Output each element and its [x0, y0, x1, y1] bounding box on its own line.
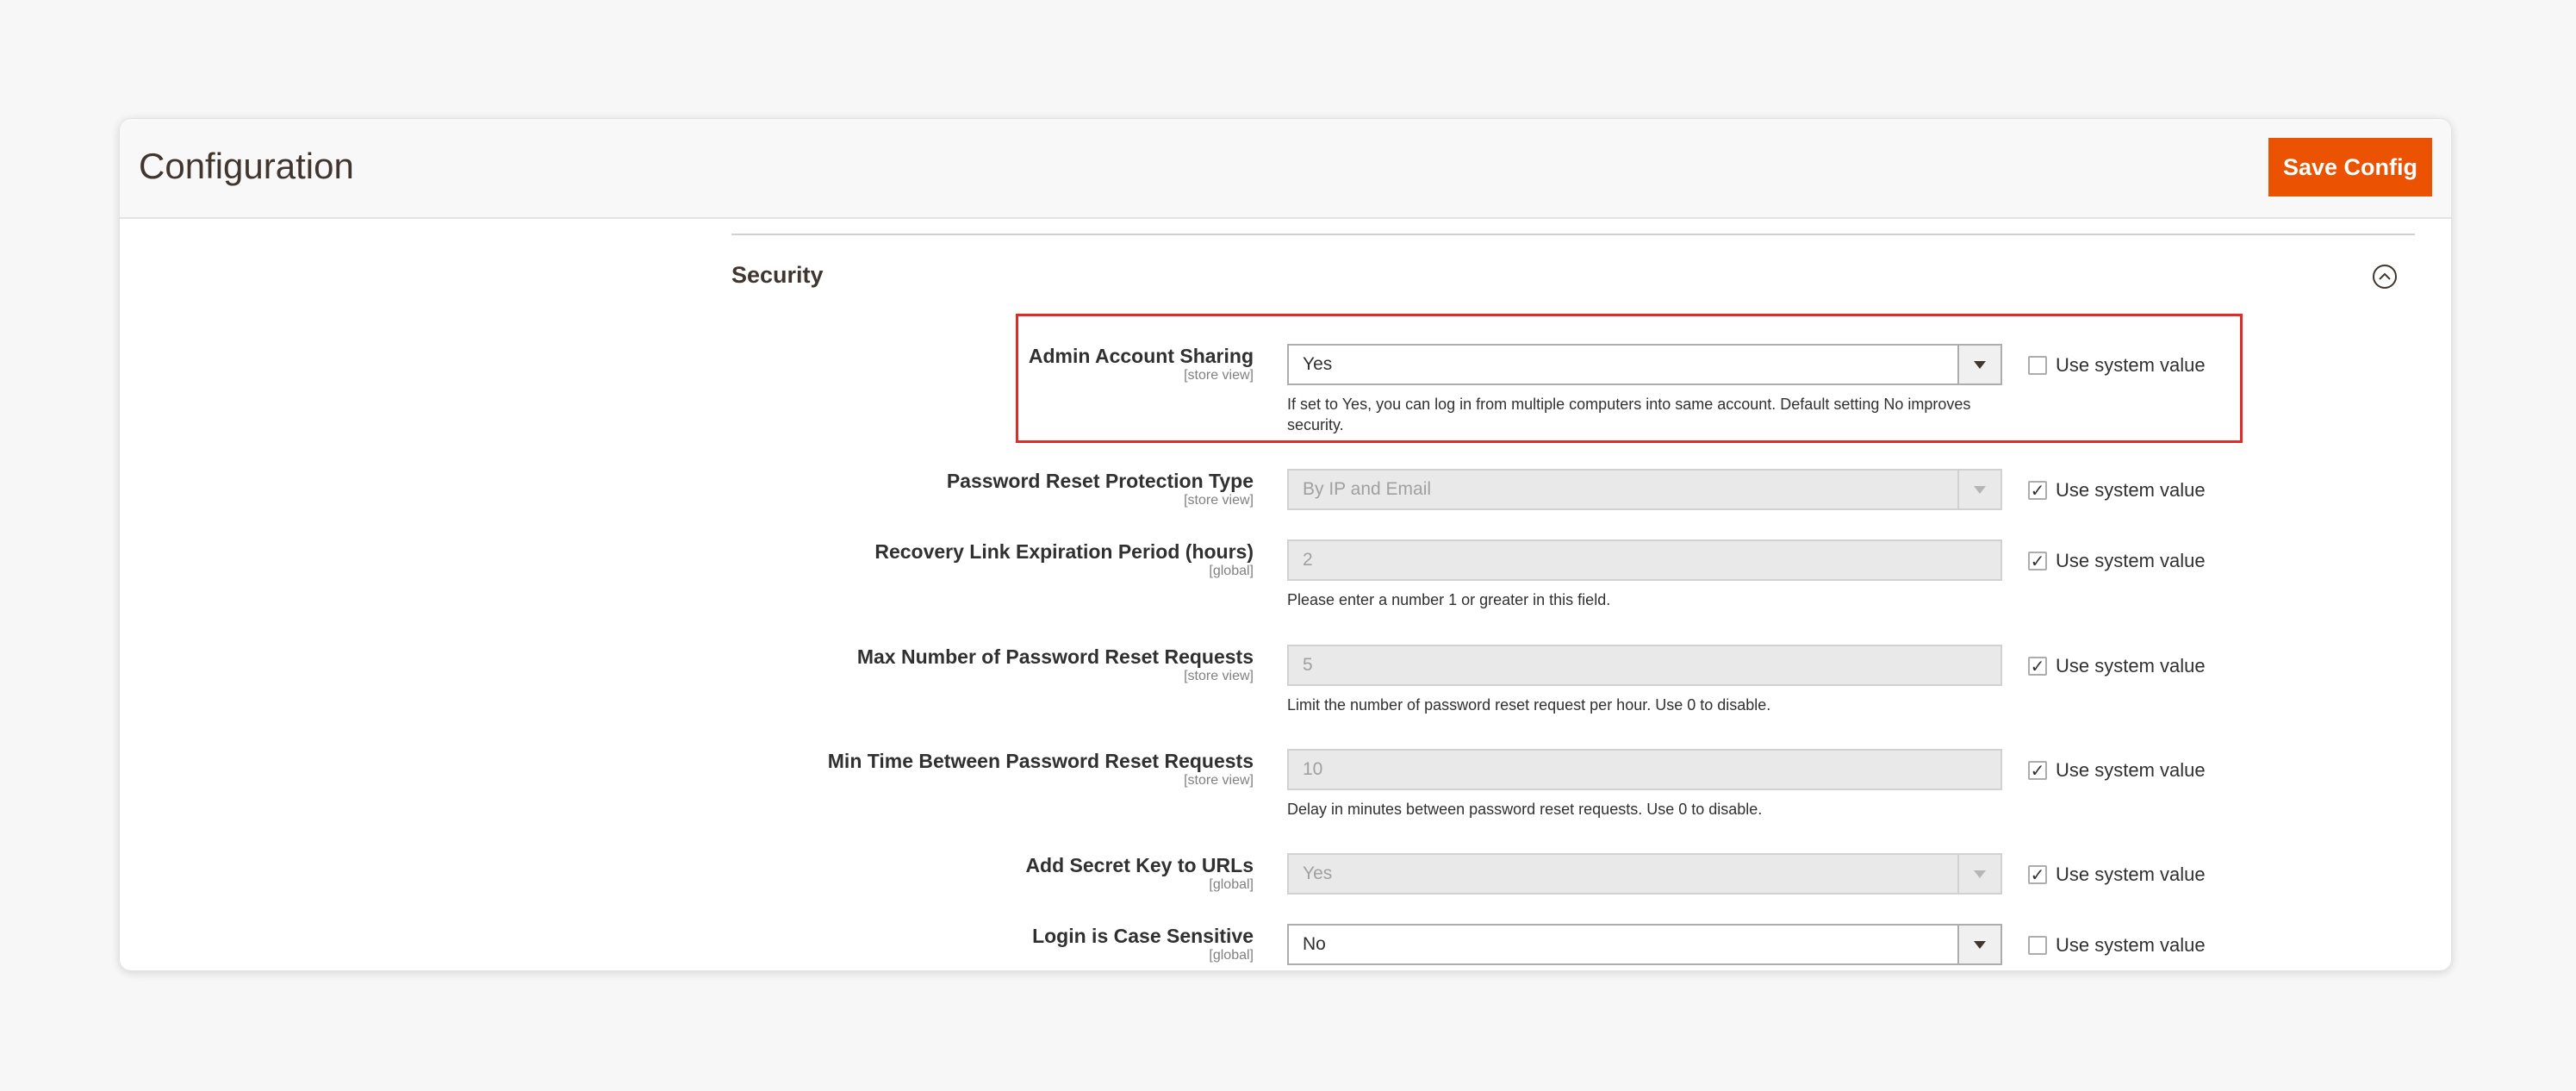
- scope-label: [store view]: [1184, 773, 1254, 788]
- field-label-wrap: Min Time Between Password Reset Requests…: [828, 749, 1254, 789]
- use-system-value-checkbox[interactable]: ✓ Use system value: [2028, 479, 2206, 502]
- use-system-value-label[interactable]: Use system value: [2056, 934, 2206, 957]
- field-label-wrap: Login is Case Sensitive [global]: [1032, 924, 1254, 963]
- collapse-circle-chevron-up-icon[interactable]: [2372, 264, 2398, 290]
- field-label: Login is Case Sensitive: [1032, 925, 1254, 947]
- max-password-reset-requests-input[interactable]: 5: [1287, 645, 2002, 686]
- min-time-between-requests-input[interactable]: 10: [1287, 749, 2002, 790]
- scope-label: [global]: [1209, 877, 1254, 892]
- select-value: Yes: [1303, 354, 1333, 374]
- field-note: Please enter a number 1 or greater in th…: [1287, 591, 1611, 608]
- section-title[interactable]: Security: [731, 262, 824, 289]
- use-system-value-checkbox[interactable]: Use system value: [2028, 934, 2206, 957]
- use-system-value-checkbox[interactable]: Use system value: [2028, 354, 2206, 377]
- use-system-value-checkbox[interactable]: ✓ Use system value: [2028, 759, 2206, 782]
- scope-label: [store view]: [1184, 493, 1254, 508]
- select-value: Yes: [1303, 863, 1333, 883]
- checkbox-unchecked-icon[interactable]: [2028, 936, 2047, 955]
- field-note: Limit the number of password reset reque…: [1287, 696, 1771, 714]
- dropdown-arrow-icon[interactable]: [1957, 926, 2000, 963]
- scope-label: [store view]: [1184, 669, 1254, 683]
- scope-label: [global]: [1209, 564, 1254, 578]
- use-system-value-checkbox[interactable]: ✓ Use system value: [2028, 655, 2206, 677]
- admin-account-sharing-select[interactable]: Yes: [1287, 344, 2002, 385]
- checkbox-checked-icon[interactable]: ✓: [2028, 657, 2047, 676]
- field-label: Add Secret Key to URLs: [1025, 854, 1254, 876]
- page-header: Configuration Save Config: [120, 119, 2451, 219]
- field-label-wrap: Admin Account Sharing [store view]: [1029, 344, 1254, 383]
- field-label: Admin Account Sharing: [1028, 345, 1254, 367]
- input-value: 10: [1303, 759, 1323, 779]
- select-value: By IP and Email: [1303, 479, 1432, 499]
- password-reset-protection-type-select[interactable]: By IP and Email: [1287, 469, 2002, 510]
- checkbox-unchecked-icon[interactable]: [2028, 356, 2047, 375]
- add-secret-key-to-urls-select[interactable]: Yes: [1287, 853, 2002, 895]
- dropdown-arrow-icon[interactable]: [1957, 346, 2000, 383]
- page-title: Configuration: [139, 146, 354, 186]
- checkbox-checked-icon[interactable]: ✓: [2028, 552, 2047, 570]
- use-system-value-checkbox[interactable]: ✓ Use system value: [2028, 550, 2206, 572]
- section-divider: [731, 234, 2415, 235]
- checkbox-checked-icon[interactable]: ✓: [2028, 481, 2047, 500]
- checkbox-checked-icon[interactable]: ✓: [2028, 865, 2047, 884]
- dropdown-arrow-icon: [1957, 855, 2000, 893]
- configuration-panel: Configuration Save Config Security Admin…: [119, 118, 2452, 971]
- use-system-value-checkbox[interactable]: ✓ Use system value: [2028, 863, 2206, 886]
- use-system-value-label[interactable]: Use system value: [2056, 550, 2206, 572]
- use-system-value-label[interactable]: Use system value: [2056, 479, 2206, 502]
- field-label-wrap: Password Reset Protection Type [store vi…: [947, 469, 1254, 508]
- recovery-link-expiration-input[interactable]: 2: [1287, 539, 2002, 581]
- use-system-value-label[interactable]: Use system value: [2056, 655, 2206, 677]
- field-label: Min Time Between Password Reset Requests: [827, 750, 1254, 772]
- input-value: 5: [1303, 655, 1313, 675]
- field-label-wrap: Add Secret Key to URLs [global]: [1025, 853, 1254, 893]
- scope-label: [global]: [1209, 948, 1254, 963]
- field-note: If set to Yes, you can log in from multi…: [1287, 396, 1971, 433]
- select-value: No: [1303, 934, 1326, 954]
- input-value: 2: [1303, 550, 1313, 570]
- field-label: Max Number of Password Reset Requests: [856, 645, 1254, 668]
- use-system-value-label[interactable]: Use system value: [2056, 863, 2206, 886]
- use-system-value-label[interactable]: Use system value: [2056, 759, 2206, 782]
- field-label-wrap: Max Number of Password Reset Requests [s…: [857, 645, 1254, 684]
- login-case-sensitive-select[interactable]: No: [1287, 924, 2002, 965]
- field-label: Recovery Link Expiration Period (hours): [874, 540, 1254, 563]
- dropdown-arrow-icon: [1957, 471, 2000, 508]
- use-system-value-label[interactable]: Use system value: [2056, 354, 2206, 377]
- field-label: Password Reset Protection Type: [946, 470, 1254, 492]
- field-label-wrap: Recovery Link Expiration Period (hours) …: [874, 539, 1254, 579]
- scope-label: [store view]: [1184, 368, 1254, 383]
- field-note: Delay in minutes between password reset …: [1287, 801, 1763, 818]
- save-config-button[interactable]: Save Config: [2268, 138, 2432, 196]
- checkbox-checked-icon[interactable]: ✓: [2028, 761, 2047, 780]
